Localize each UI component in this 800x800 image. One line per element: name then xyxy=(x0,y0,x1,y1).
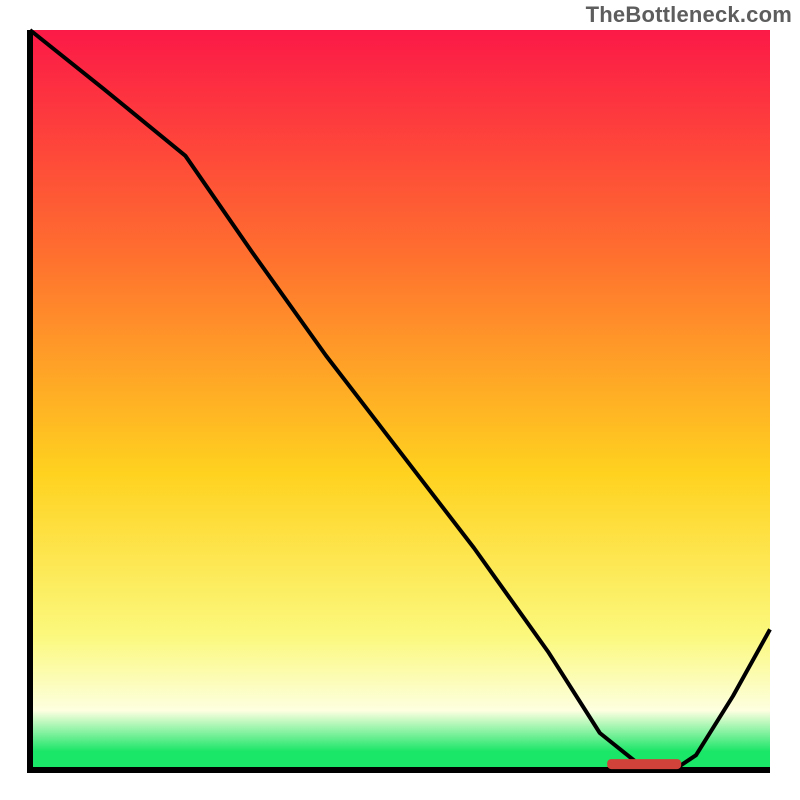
plot-background xyxy=(30,30,770,770)
chart-frame: TheBottleneck.com xyxy=(0,0,800,800)
optimal-marker xyxy=(607,759,681,769)
bottleneck-chart xyxy=(0,0,800,800)
